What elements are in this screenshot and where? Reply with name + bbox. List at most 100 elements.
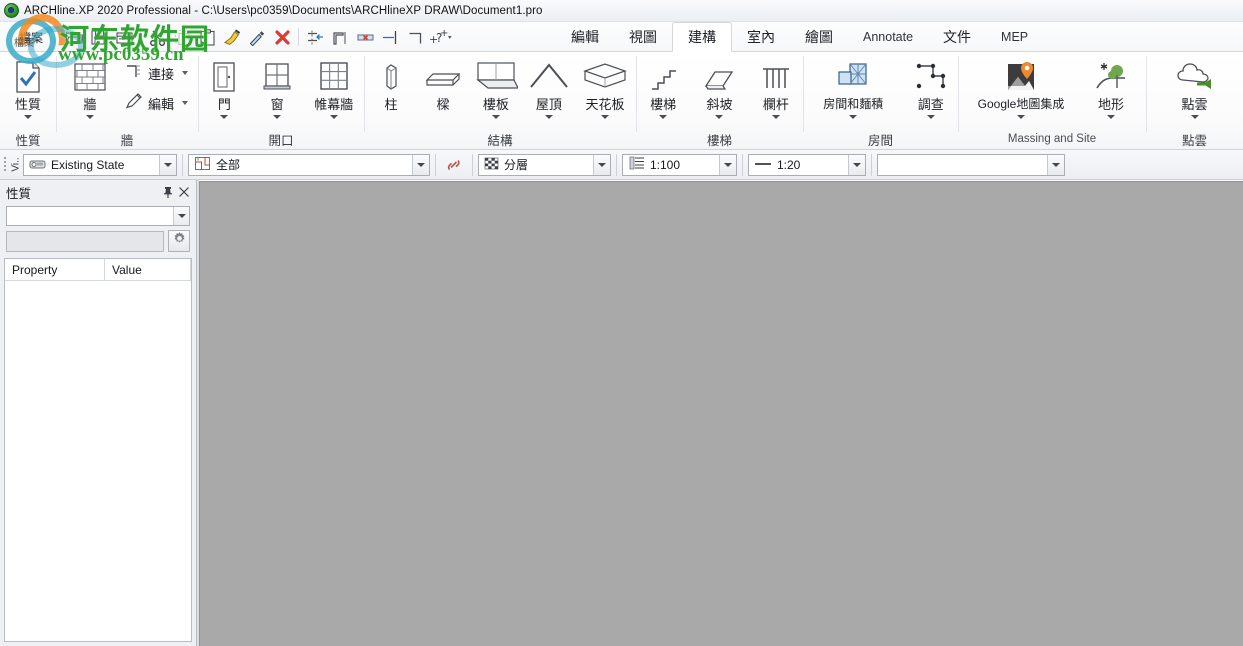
ribbon-group-point-cloud-label: 點雲: [1181, 133, 1207, 148]
wall-trim-icon[interactable]: [328, 24, 352, 50]
survey-button[interactable]: 調查: [909, 56, 952, 119]
chevron-down-icon[interactable]: [1190, 115, 1199, 119]
customize-icon[interactable]: +? +: [428, 24, 456, 50]
wall-remove-segment-icon[interactable]: [353, 24, 377, 50]
chevron-down-icon[interactable]: [182, 71, 188, 75]
ceiling-button[interactable]: 天花板: [580, 56, 630, 119]
paste-icon[interactable]: [195, 24, 219, 50]
link-icon[interactable]: [441, 153, 467, 177]
design-state-dropdown-button[interactable]: [159, 154, 176, 175]
toolbar-grip[interactable]: [0, 153, 9, 177]
stair-button[interactable]: 樓梯: [642, 56, 684, 119]
properties-filter-input[interactable]: [6, 230, 164, 252]
tab-view[interactable]: 視圖: [614, 22, 672, 52]
copy-icon[interactable]: [170, 24, 194, 50]
room-and-area-button[interactable]: 房間和麵積: [809, 56, 897, 119]
tab-build[interactable]: 建構: [672, 22, 732, 52]
window-button[interactable]: 窗: [257, 56, 298, 119]
beam-button[interactable]: 樑: [422, 56, 464, 112]
room-area-icon: [832, 58, 874, 94]
ribbon-group-massing-label: Massing and Site: [1007, 133, 1097, 145]
file-menu-button[interactable]: 檔案: [2, 24, 60, 50]
chevron-down-icon[interactable]: [85, 115, 94, 119]
wall-connect-button[interactable]: 連接: [122, 60, 190, 86]
railing-button-label: 欄杆: [762, 97, 789, 112]
wall-extend-icon[interactable]: [303, 24, 327, 50]
save-as-icon[interactable]: [112, 24, 136, 50]
chevron-down-icon[interactable]: [600, 115, 609, 119]
terrain-button[interactable]: 地形: [1085, 56, 1137, 119]
tab-interior[interactable]: 室內: [732, 22, 790, 52]
chevron-down-icon[interactable]: [329, 115, 338, 119]
properties-selector-dropdown-button[interactable]: [173, 207, 189, 225]
curtain-wall-button[interactable]: 帷幕牆: [309, 56, 358, 119]
chevron-down-icon[interactable]: [1017, 115, 1025, 119]
eyedropper-icon[interactable]: [245, 24, 269, 50]
door-icon: [210, 58, 238, 94]
floor-combo[interactable]: 全部: [188, 153, 430, 176]
floorplan-icon: [194, 156, 211, 174]
tab-documents[interactable]: 文件: [928, 22, 986, 52]
close-icon[interactable]: [176, 184, 192, 200]
save-icon[interactable]: [87, 24, 111, 50]
tab-mep[interactable]: MEP: [986, 22, 1043, 52]
properties-settings-button[interactable]: [168, 230, 190, 252]
point-cloud-icon: [1173, 58, 1217, 94]
chevron-down-icon[interactable]: [1107, 115, 1115, 119]
chevron-down-icon[interactable]: [659, 115, 668, 119]
chevron-down-icon[interactable]: [849, 115, 858, 119]
properties-button[interactable]: 性質: [6, 56, 50, 119]
column-button[interactable]: 柱: [370, 56, 412, 112]
extra-combo[interactable]: [877, 153, 1065, 176]
slab-button[interactable]: 樓板: [474, 56, 518, 119]
chevron-down-icon[interactable]: [273, 115, 282, 119]
chevron-down-icon[interactable]: [491, 115, 500, 119]
tab-drafting[interactable]: 繪圖: [790, 22, 848, 52]
wall-cut-icon[interactable]: [378, 24, 402, 50]
extra-combo-dropdown-button[interactable]: [1047, 154, 1064, 175]
tab-annotate[interactable]: Annotate: [848, 22, 928, 52]
tab-edit[interactable]: 編輯: [556, 22, 614, 52]
chevron-down-icon[interactable]: [220, 115, 229, 119]
layer-combo[interactable]: 分層: [478, 153, 611, 176]
layer-dropdown-button[interactable]: [593, 154, 610, 175]
chevron-down-icon[interactable]: [182, 101, 188, 105]
design-state-combo[interactable]: Existing State: [23, 153, 177, 176]
pin-icon[interactable]: [160, 184, 176, 200]
window-title: ARCHline.XP 2020 Professional - C:\Users…: [24, 4, 543, 17]
chevron-down-icon[interactable]: [715, 115, 724, 119]
ramp-button[interactable]: 斜坡: [698, 56, 740, 119]
chevron-down-icon[interactable]: [926, 115, 935, 119]
line-scale-combo[interactable]: 1:20: [748, 153, 866, 176]
properties-grid-header: Property Value: [5, 259, 191, 281]
properties-grid-body[interactable]: [5, 281, 191, 641]
chevron-down-icon[interactable]: [24, 115, 32, 119]
google-maps-pin-icon: [1000, 58, 1042, 94]
scale-combo[interactable]: 1:100: [622, 153, 737, 176]
scale-dropdown-button[interactable]: [719, 154, 736, 175]
cut-icon[interactable]: [145, 24, 169, 50]
wall-button-label: 牆: [83, 97, 97, 112]
roof-button[interactable]: 屋頂: [528, 56, 570, 119]
wall-join-icon: [124, 61, 144, 86]
door-button[interactable]: 門: [204, 56, 245, 119]
wall-edit-button[interactable]: 編輯: [122, 90, 190, 116]
google-maps-integration-button[interactable]: Google地圖集成: [967, 56, 1075, 119]
point-cloud-button[interactable]: 點雲: [1169, 56, 1221, 119]
railing-button[interactable]: 欄杆: [755, 56, 797, 119]
wall-button[interactable]: 牆: [64, 56, 116, 119]
scale-value: 1:100: [650, 157, 681, 172]
format-painter-icon[interactable]: [220, 24, 244, 50]
floor-dropdown-button[interactable]: [412, 154, 429, 175]
line-scale-dropdown-button[interactable]: [848, 154, 865, 175]
chevron-down-icon[interactable]: [771, 115, 780, 119]
drawing-canvas[interactable]: [199, 181, 1243, 646]
chevron-down-icon[interactable]: [544, 115, 553, 119]
delete-icon[interactable]: [270, 24, 294, 50]
properties-selector-combo[interactable]: [6, 206, 190, 226]
terrain-button-label: 地形: [1097, 97, 1124, 112]
beam-button-label: 樑: [436, 97, 450, 112]
open-icon[interactable]: [62, 24, 86, 50]
ribbon: 性質 性質 牆 連接 編輯 牆 門 窗 帷幕牆 開口 柱 樑 樓板 屋頂 天花板…: [0, 52, 1243, 150]
wall-corner-icon[interactable]: [403, 24, 427, 50]
